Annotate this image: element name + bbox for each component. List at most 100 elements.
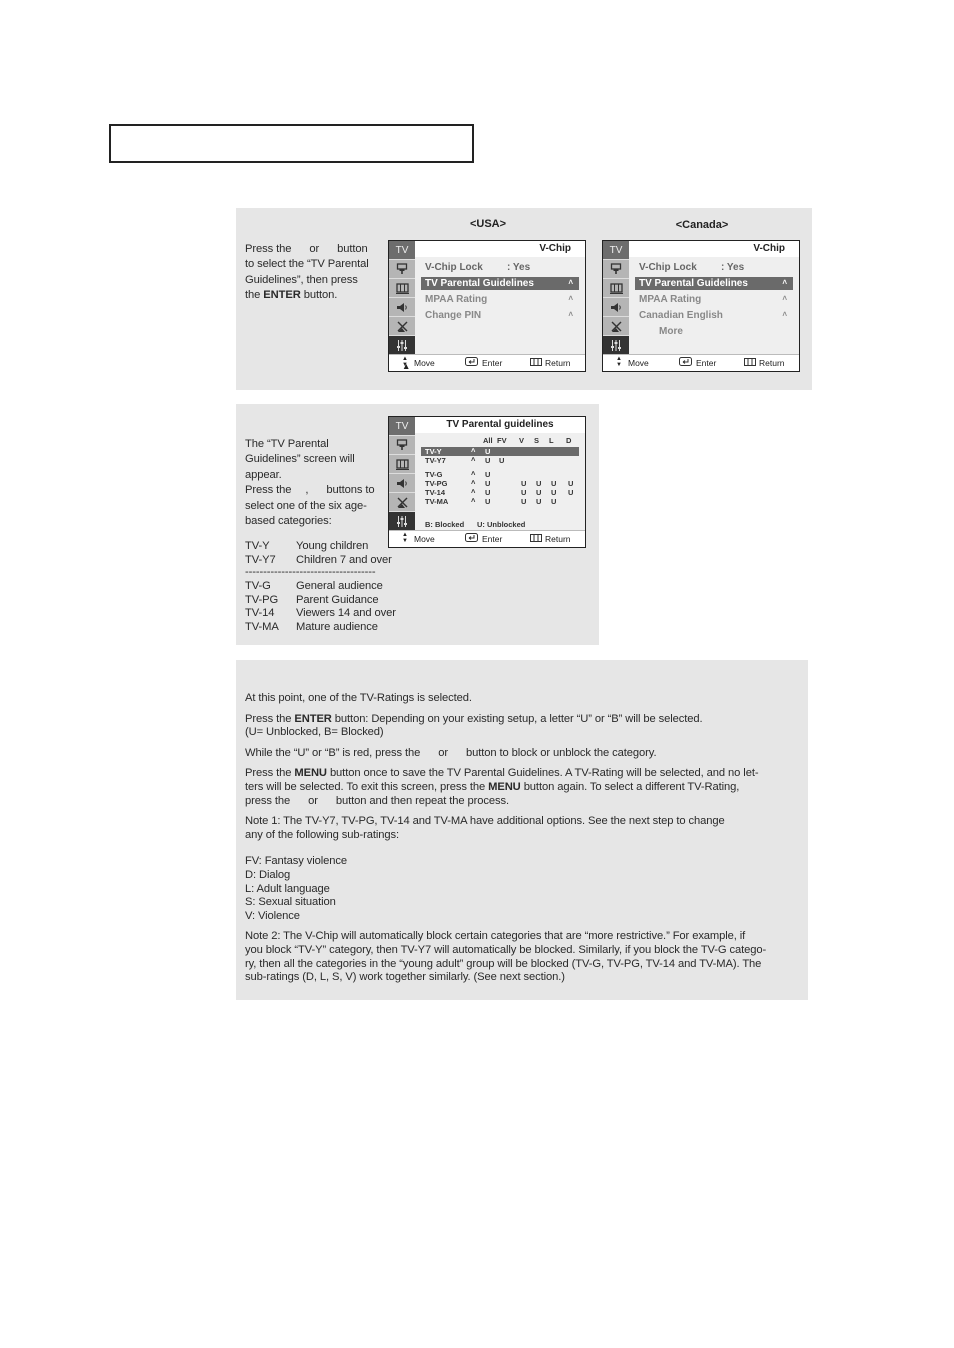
- category-row: TV-MA Mature audience: [245, 621, 415, 635]
- tv-tab[interactable]: TV: [389, 417, 415, 436]
- rating-cell[interactable]: U: [485, 447, 490, 456]
- move-arrow-down: ▼: [616, 362, 622, 368]
- rating-cell[interactable]: U: [551, 497, 556, 506]
- menu-item-vchip-lock[interactable]: V-Chip Lock: Yes: [425, 261, 579, 274]
- rating-row-label[interactable]: TV-G: [425, 470, 443, 479]
- rating-cell[interactable]: U: [551, 488, 556, 497]
- rating-row-label[interactable]: TV-MA: [425, 497, 448, 506]
- column-header: L: [549, 436, 554, 445]
- rating-arrow-icon: ˄: [471, 478, 476, 487]
- rating-cell[interactable]: U: [485, 456, 490, 465]
- move-arrow-down: ▼: [402, 362, 408, 368]
- menu-item-label: MPAA Rating: [425, 294, 488, 305]
- rating-row-label[interactable]: TV-PG: [425, 479, 448, 488]
- menu-item-canadian-english[interactable]: Canadian English ˄: [639, 309, 793, 322]
- rating-cell[interactable]: U: [485, 470, 490, 479]
- setup-icon[interactable]: [389, 336, 415, 356]
- rating-row-label[interactable]: TV-Y: [425, 447, 442, 456]
- return-icon: [530, 534, 542, 544]
- sound-icon[interactable]: [603, 298, 629, 317]
- text: or: [438, 746, 448, 759]
- sound-icon[interactable]: [389, 298, 415, 317]
- subrating-item: V: Violence: [245, 909, 300, 922]
- rating-cell[interactable]: U: [568, 488, 573, 497]
- input-icon[interactable]: [389, 260, 415, 279]
- subrating-item: D: Dialog: [245, 868, 291, 881]
- category-list: TV-Y Young children TV-Y7 Children 7 and o…: [245, 540, 415, 634]
- menu-item-tv-parental-guidelines[interactable]: TV Parental Guidelines ˄: [635, 277, 793, 290]
- category-code: TV-G: [245, 580, 271, 592]
- menu-item-more[interactable]: More: [659, 325, 793, 338]
- menu-item-vchip-lock[interactable]: V-Chip Lock: Yes: [639, 261, 793, 274]
- column-header: V: [519, 436, 525, 445]
- rating-cell[interactable]: U: [485, 479, 490, 488]
- rating-cell[interactable]: U: [536, 479, 541, 488]
- menu-keyword: MENU: [488, 780, 521, 793]
- text: ters will be selected. To exit this scre…: [245, 780, 486, 793]
- text: buttons to: [326, 484, 375, 497]
- text: press the: [245, 794, 291, 807]
- input-icon[interactable]: [603, 260, 629, 279]
- note1: Note 1: The TV-Y7, TV-PG, TV-14 and TV-M…: [245, 815, 725, 828]
- picture-icon[interactable]: [389, 455, 415, 474]
- category-desc: Mature audience: [296, 620, 378, 633]
- rating-cell[interactable]: U: [536, 497, 541, 506]
- rating-cell[interactable]: U: [521, 497, 526, 506]
- rating-cell[interactable]: U: [521, 479, 526, 488]
- setup-icon[interactable]: [389, 512, 415, 532]
- menu-item-label: V-Chip Lock: [639, 262, 697, 273]
- submenu-arrow-icon: ˄: [782, 278, 787, 287]
- category-desc: General audience: [296, 580, 383, 592]
- tv-tab[interactable]: TV: [389, 241, 415, 260]
- rating-cell[interactable]: U: [485, 488, 490, 497]
- picture-icon[interactable]: [389, 279, 415, 298]
- sound-icon[interactable]: [389, 474, 415, 493]
- enter-icon: [679, 357, 692, 368]
- enter-label: Enter: [482, 534, 503, 544]
- category-desc: Parent Guidance: [296, 593, 379, 606]
- return-icon: [744, 358, 756, 368]
- osd-sidebar: TV: [603, 241, 629, 356]
- return-icon: [530, 358, 542, 368]
- subrating-item: FV: Fantasy violence: [245, 855, 348, 868]
- category-code: TV-PG: [245, 593, 279, 606]
- rating-arrow-icon: ˄: [471, 446, 476, 455]
- canada-label: <Canada>: [675, 219, 729, 231]
- canada-vchip-osd: TV V-Chip V-Chip Lock: Yes TV Parental G…: [602, 240, 800, 372]
- text: button: [337, 243, 368, 255]
- enter-keyword: ENTER: [263, 289, 301, 302]
- usa-label: <USA>: [469, 218, 507, 230]
- menu-item-label: V-Chip Lock: [425, 262, 483, 273]
- menu-item-change-pin[interactable]: Change PIN ˄: [425, 309, 579, 322]
- text: Press the: [245, 767, 292, 780]
- rating-cell[interactable]: U: [551, 479, 556, 488]
- menu-item-mpaa-rating[interactable]: MPAA Rating ˄: [639, 293, 793, 306]
- text: Guidelines”, then press: [245, 273, 358, 286]
- submenu-arrow-icon: ˄: [568, 294, 573, 303]
- category-row: TV-14 Viewers 14 and over: [245, 607, 415, 621]
- rating-cell[interactable]: U: [536, 488, 541, 497]
- channel-icon[interactable]: [603, 317, 629, 336]
- text: or: [308, 794, 318, 807]
- channel-icon[interactable]: [389, 493, 415, 512]
- setup-icon[interactable]: [603, 336, 629, 356]
- rating-cell[interactable]: U: [521, 488, 526, 497]
- tv-tab[interactable]: TV: [603, 241, 629, 260]
- osd-sidebar: TV: [389, 417, 415, 532]
- move-arrow-down: ▼: [402, 538, 408, 544]
- channel-icon[interactable]: [389, 317, 415, 336]
- rating-row-label[interactable]: TV-Y7: [425, 456, 446, 465]
- text: or: [309, 243, 320, 255]
- rating-cell[interactable]: U: [485, 497, 490, 506]
- rating-row-label[interactable]: TV-14: [425, 488, 445, 497]
- text: Press the: [245, 484, 292, 497]
- category-code: TV-14: [245, 607, 275, 619]
- step1-instruction: Press the or button to select the “TV Pare…: [245, 242, 385, 304]
- rating-cell[interactable]: U: [499, 456, 504, 465]
- menu-item-mpaa-rating[interactable]: MPAA Rating ˄: [425, 293, 579, 306]
- input-icon[interactable]: [389, 436, 415, 455]
- picture-icon[interactable]: [603, 279, 629, 298]
- menu-item-tv-parental-guidelines[interactable]: TV Parental Guidelines ˄: [421, 277, 579, 290]
- rating-cell[interactable]: U: [568, 479, 573, 488]
- return-label: Return: [545, 358, 571, 368]
